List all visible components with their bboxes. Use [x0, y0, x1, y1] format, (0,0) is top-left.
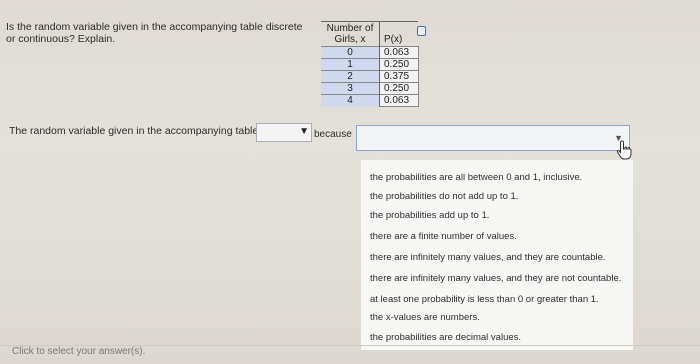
table-cell-p: 0.250 — [379, 82, 419, 95]
copy-icon[interactable] — [417, 26, 426, 36]
table-cell-x: 3 — [321, 82, 380, 95]
dropdown-option[interactable]: there are infinitely many values, and th… — [370, 252, 606, 263]
table-row: 1 0.250 — [321, 58, 419, 71]
table-cell-p: 0.250 — [379, 58, 419, 71]
question-line-2: or continuous? Explain. — [6, 33, 116, 45]
table-header-x-line2: Girls, x — [334, 34, 366, 45]
table-cell-p: 0.375 — [379, 70, 419, 83]
table-row: 3 0.250 — [321, 82, 419, 95]
triangle-down-icon: ▼ — [299, 126, 309, 137]
footer-hint: Click to select your answer(s). — [12, 346, 146, 357]
hand-pointer-icon — [616, 140, 632, 160]
dropdown-option[interactable]: there are a finite number of values. — [370, 231, 517, 242]
answer-statement: The random variable given in the accompa… — [9, 125, 269, 137]
table-row: 4 0.063 — [321, 94, 419, 107]
reason-select[interactable]: ▼ — [356, 125, 630, 151]
dropdown-option[interactable]: the x-values are numbers. — [370, 312, 480, 323]
table-row: 0 0.063 — [321, 46, 419, 59]
table-cell-p: 0.063 — [379, 46, 419, 59]
dropdown-option[interactable]: the probabilities add up to 1. — [370, 210, 489, 221]
dropdown-option[interactable]: there are infinitely many values, and th… — [370, 273, 621, 284]
dropdown-option[interactable]: the probabilities are decimal values. — [370, 332, 521, 343]
because-label: because — [314, 129, 352, 140]
dropdown-option[interactable]: the probabilities do not add up to 1. — [370, 191, 518, 202]
question-text: Is the random variable given in the acco… — [6, 21, 306, 45]
table-cell-p: 0.063 — [379, 94, 419, 107]
table-header-x-line1: Number of — [326, 23, 374, 34]
table-header-p: P(x) — [379, 21, 418, 47]
table-row: 2 0.375 — [321, 70, 419, 83]
table-cell-x: 2 — [321, 70, 380, 83]
question-line-1: Is the random variable given in the acco… — [6, 21, 303, 33]
probability-table: Number of Girls, x P(x) 0 0.063 1 0.250 … — [321, 21, 419, 107]
table-header-x: Number of Girls, x — [321, 21, 380, 47]
table-cell-x: 0 — [321, 46, 380, 59]
dropdown-option[interactable]: the probabilities are all between 0 and … — [370, 172, 582, 183]
dropdown-option[interactable]: at least one probability is less than 0 … — [370, 294, 599, 305]
table-cell-x: 1 — [321, 58, 380, 71]
type-select[interactable]: ▼ — [256, 123, 312, 142]
table-cell-x: 4 — [321, 94, 380, 107]
reason-dropdown-list: the probabilities are all between 0 and … — [361, 160, 633, 350]
